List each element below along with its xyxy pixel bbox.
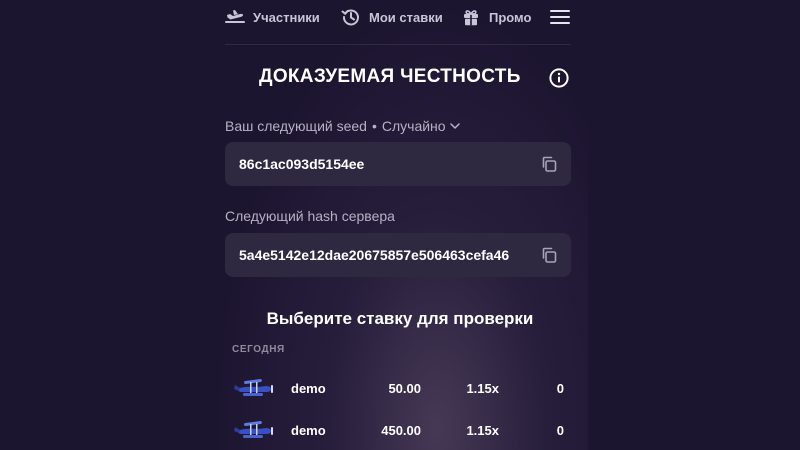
history-icon <box>341 9 359 26</box>
bet-win: 0 <box>556 381 564 396</box>
bet-amount: 450.00 <box>381 423 421 438</box>
seed-label-row: Ваш следующий seed • Случайно <box>225 118 460 134</box>
bet-win: 0 <box>556 423 564 438</box>
nav-promo-label: Промо <box>489 9 532 25</box>
nav-my-bets-label: Мои ставки <box>369 9 443 25</box>
server-hash-label: Следующий hash сервера <box>225 208 395 224</box>
nav-my-bets[interactable]: Мои ставки <box>341 7 443 27</box>
bet-user: demo <box>291 423 326 438</box>
info-icon[interactable] <box>549 68 569 88</box>
copy-icon[interactable] <box>541 247 557 263</box>
bet-multiplier: 1.15x <box>466 381 499 396</box>
gift-icon <box>464 10 478 26</box>
bets-section-title: Выберите ставку для проверки <box>266 309 534 328</box>
title-row: ДОКАЗУЕМАЯ ЧЕСТНОСТЬ <box>259 66 569 88</box>
server-hash-field[interactable]: 5a4e5142e12dae20675857e506463cefa46 <box>225 233 571 277</box>
seed-mode-dropdown[interactable]: Случайно <box>382 118 460 134</box>
plane-icon <box>225 10 245 23</box>
chevron-down-icon <box>449 123 460 129</box>
page-title: ДОКАЗУЕМАЯ ЧЕСТНОСТЬ <box>259 66 521 87</box>
nav-participants[interactable]: Участники <box>225 8 320 26</box>
nav-participants-label: Участники <box>253 9 320 25</box>
bet-amount: 50.00 <box>388 381 421 396</box>
seed-value: 86c1ac093d5154ee <box>239 156 365 172</box>
biplane-icon <box>234 420 273 438</box>
copy-icon[interactable] <box>541 156 557 172</box>
bet-row[interactable]: demo 450.00 1.15x 0 <box>225 410 571 450</box>
bet-user: demo <box>291 381 326 396</box>
bets-group-label: СЕГОДНЯ <box>232 344 285 355</box>
seed-label: Ваш следующий seed <box>225 118 367 134</box>
server-hash-value: 5a4e5142e12dae20675857e506463cefa46 <box>239 247 510 263</box>
seed-field[interactable]: 86c1ac093d5154ee <box>225 142 571 186</box>
top-nav: Участники Мои ставки Промо <box>225 0 571 45</box>
menu-icon[interactable] <box>550 10 570 26</box>
seed-separator: • <box>371 118 377 134</box>
nav-promo[interactable]: Промо <box>461 7 531 27</box>
biplane-icon <box>234 378 273 396</box>
bet-multiplier: 1.15x <box>466 423 499 438</box>
seed-mode-value: Случайно <box>381 118 446 134</box>
bet-row[interactable]: demo 50.00 1.15x 0 <box>225 368 571 408</box>
